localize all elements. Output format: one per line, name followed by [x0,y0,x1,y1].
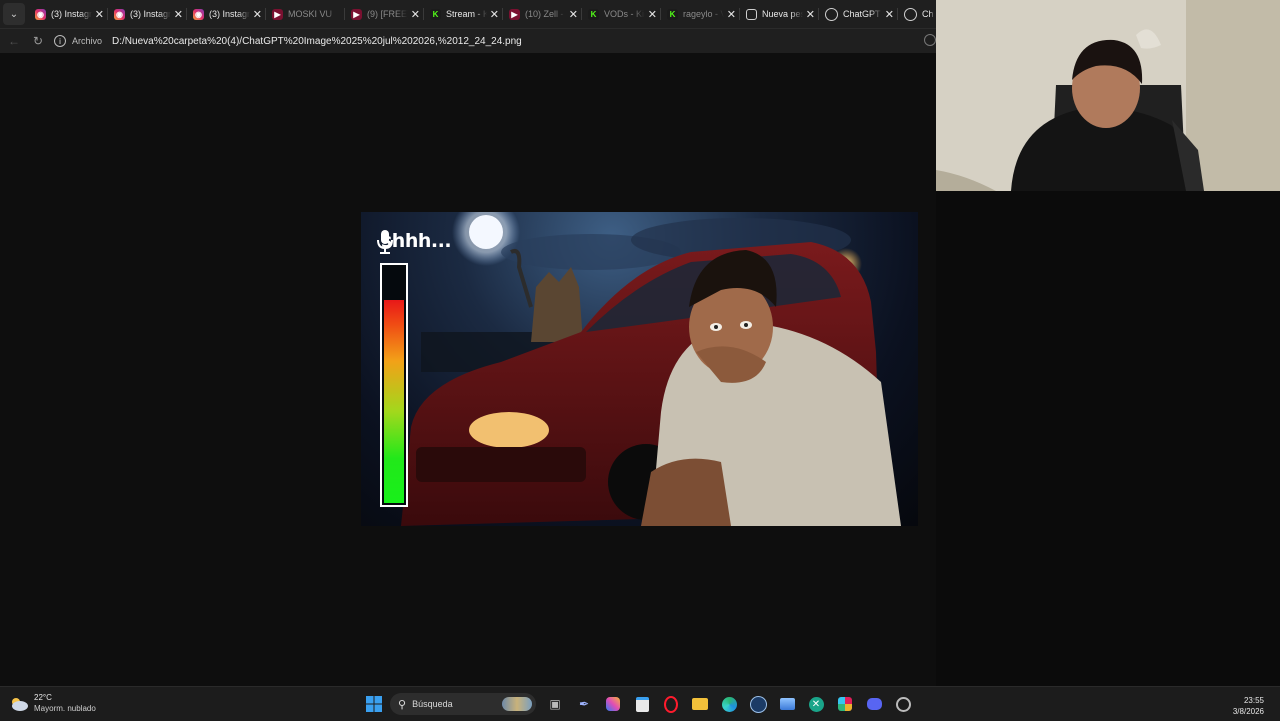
tab-title: ChatGPT Im [843,9,882,19]
weather-temp: 22°C [34,693,52,702]
shhh-caption: shhh... [377,230,452,254]
close-tab-icon[interactable]: ✕ [648,8,657,21]
weather-condition: Mayorm. nublado [34,704,96,713]
address-bar[interactable]: i Archivo D:/Nueva%20carpeta%20(4)/ChatG… [54,32,522,50]
reload-button[interactable]: ↻ [28,31,48,51]
tab[interactable]: ◉ (3) Instagram ✕ [29,0,108,28]
store-icon[interactable] [633,695,651,713]
close-tab-icon[interactable]: ✕ [885,8,894,21]
tab[interactable]: K VODs - Kic ✕ [582,0,661,28]
search-highlight-icon [502,697,532,711]
youtube-icon: ▶ [351,8,362,20]
new-tab-icon [746,8,757,20]
tab[interactable]: ChatGPT Im ✕ [819,0,898,28]
address-scheme-label: Archivo [72,36,103,46]
tab-title: (3) Instagram [130,9,171,19]
copilot-icon[interactable] [604,695,622,713]
windows-start-icon[interactable] [366,696,382,712]
chrome-icon[interactable] [894,695,912,713]
microphone-icon [377,230,393,254]
zoom-icon[interactable] [924,34,936,46]
close-tab-icon[interactable]: ✕ [253,8,262,21]
weather-widget[interactable]: 22°C Mayorm. nublado [10,693,96,713]
taskbar-search[interactable]: ⚲ Búsqueda [390,693,536,715]
discord-icon[interactable] [865,695,883,713]
browser-tab-strip: ⌄ ◉ (3) Instagram ✕ ◉ (3) Instagram ✕ ◉ … [0,0,936,28]
kick-icon: K [430,8,441,20]
close-tab-icon[interactable]: ✕ [727,8,736,21]
kick-icon: K [588,8,599,20]
browser-toolbar: ← ↻ i Archivo D:/Nueva%20carpeta%20(4)/C… [0,28,936,53]
thumbnail-image: shhh... [361,212,918,526]
tab[interactable]: ◉ (3) Instagram ✕ [108,0,187,28]
close-tab-icon[interactable]: ✕ [569,8,578,21]
tab-list-menu-button[interactable]: ⌄ [3,3,25,25]
globe-icon [904,7,917,21]
windows-taskbar: 22°C Mayorm. nublado ⚲ Búsqueda ▣ ✒ ✕ 23… [0,686,1280,721]
car-headlight [469,412,549,448]
close-tab-icon[interactable]: ✕ [174,8,183,21]
close-tab-icon[interactable]: ✕ [95,8,104,21]
close-tab-icon[interactable]: ✕ [490,8,499,21]
instagram-icon: ◉ [114,8,125,20]
system-clock[interactable]: 23:55 3/8/2026 [1233,695,1264,717]
search-placeholder: Búsqueda [412,699,453,709]
photos-icon[interactable] [778,695,796,713]
slack-icon[interactable] [836,695,854,713]
cloud-icon [12,698,28,711]
tab[interactable]: Nueva pest ✕ [740,0,819,28]
tab-title: Cha [922,9,934,19]
pen-icon[interactable]: ✒ [575,695,593,713]
address-url[interactable]: D:/Nueva%20carpeta%20(4)/ChatGPT%20Image… [112,36,522,47]
opera-icon[interactable] [662,695,680,713]
task-view-icon[interactable]: ▣ [546,695,564,713]
tab-title: rageylo - V [683,9,724,19]
tab[interactable]: ▶ (10) Zell - ✕ [503,0,582,28]
creature-silhouette [531,267,583,342]
moon [469,215,503,249]
tab-title: (3) Instagram [209,9,250,19]
car-bumper [416,447,586,482]
instagram-icon: ◉ [193,8,204,20]
tab[interactable]: K Stream - Ki ✕ [424,0,503,28]
back-button[interactable]: ← [4,31,24,51]
file-explorer-icon[interactable] [691,695,709,713]
tab[interactable]: ◉ (3) Instagram ✕ [187,0,266,28]
instagram-icon: ◉ [35,8,46,20]
volume-meter [380,263,408,507]
tab-title: (10) Zell - [525,9,564,19]
tab[interactable]: ▶ MOSKI VU [266,0,345,28]
tab[interactable]: ▶ (9) [FREE] 2 ✕ [345,0,424,28]
globe-icon [825,7,838,21]
steam-icon[interactable] [749,695,767,713]
tab[interactable]: K rageylo - V ✕ [661,0,740,28]
tab-title: (9) [FREE] 2 [367,9,408,19]
tab-title: Nueva pest [762,9,803,19]
close-tab-icon[interactable]: ✕ [411,8,420,21]
xbox-icon[interactable]: ✕ [807,695,825,713]
tab-title: (3) Instagram [51,9,92,19]
tab-title: Stream - Ki [446,9,487,19]
chevron-down-icon: ⌄ [9,8,19,20]
youtube-icon: ▶ [272,8,283,20]
info-icon[interactable]: i [54,35,66,47]
arrow-left-icon: ← [8,34,20,48]
scene-illustration [401,212,901,526]
volume-meter-fill [384,300,404,503]
kick-icon: K [667,8,678,20]
tab-title: VODs - Kic [604,9,645,19]
webcam-overlay [936,0,1280,191]
reload-icon: ↻ [32,34,44,48]
close-tab-icon[interactable]: ✕ [806,8,815,21]
youtube-icon: ▶ [509,8,520,20]
tab-title: MOSKI VU [288,9,333,19]
search-icon: ⚲ [398,698,407,711]
tab[interactable]: Cha [898,0,936,28]
clock-time: 23:55 [1243,696,1264,705]
edge-icon[interactable] [720,695,738,713]
webcam-person [936,0,1280,191]
clock-date: 3/8/2026 [1232,707,1264,716]
